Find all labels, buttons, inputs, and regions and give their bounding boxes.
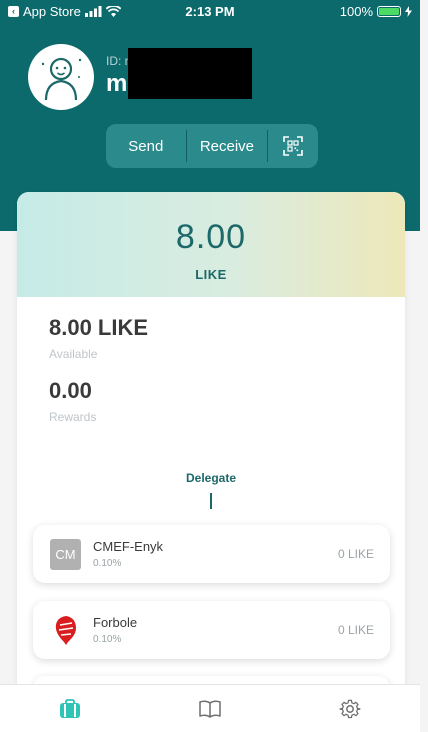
validator-name: CMEF-Enyk — [93, 539, 164, 554]
tab-wallet[interactable] — [0, 685, 140, 732]
battery-percent: 100% — [339, 4, 373, 19]
action-bar: Send Receive — [106, 124, 318, 168]
rewards-label: Rewards — [49, 410, 97, 424]
screen-edge — [420, 0, 428, 732]
wallet-screen: ‹ App Store 2:13 PM 100% ID: mi m Send R… — [0, 0, 420, 732]
tab-settings[interactable] — [280, 685, 420, 732]
send-button[interactable]: Send — [106, 124, 186, 168]
validator-commission: 0.10% — [93, 558, 122, 569]
available-stat: 8.00 LIKE Available — [49, 315, 148, 361]
rewards-stat: 0.00 Rewards — [49, 378, 96, 424]
rewards-value: 0.00 — [49, 378, 92, 403]
settings-gear-icon — [339, 699, 361, 718]
battery-status: 100% — [340, 4, 412, 19]
tab-delegate[interactable]: Delegate — [17, 471, 405, 485]
validator-logo — [50, 615, 81, 646]
balance-card: 8.00 LIKE 8.00 LIKE Available 0.00 Rewar… — [17, 192, 405, 732]
book-icon — [199, 700, 221, 718]
balance-unit: LIKE — [195, 267, 227, 282]
total-balance: 8.00 — [175, 218, 247, 256]
wallet-icon — [60, 698, 80, 718]
validator-name: Forbole — [93, 615, 138, 630]
receive-button[interactable]: Receive — [187, 124, 268, 168]
qr-scan-icon — [283, 136, 303, 156]
tab-indicator — [210, 493, 212, 509]
validator-logo: CM — [50, 539, 81, 570]
validator-commission: 0.10% — [93, 634, 122, 645]
avatar[interactable] — [28, 44, 94, 110]
validator-card[interactable]: Forbole 0.10% 0 LIKE — [33, 601, 390, 659]
tab-learn[interactable] — [140, 685, 280, 732]
available-label: Available — [49, 347, 98, 361]
battery-icon — [377, 6, 401, 17]
redaction-box — [128, 48, 252, 99]
balance-hero: 8.00 LIKE — [17, 192, 405, 297]
validator-delegated-amount: 0 LIKE — [337, 623, 374, 637]
charging-bolt-icon — [405, 6, 412, 17]
validator-delegated-amount: 0 LIKE — [337, 547, 374, 561]
validator-card[interactable]: CM CMEF-Enyk 0.10% 0 LIKE — [33, 525, 390, 583]
available-value: 8.00 LIKE — [49, 315, 149, 340]
status-bar: ‹ App Store 2:13 PM 100% — [0, 0, 420, 24]
scan-button[interactable] — [268, 124, 318, 168]
bottom-tab-bar — [0, 684, 420, 732]
avatar-character-icon — [41, 57, 82, 101]
user-name: m — [106, 70, 128, 97]
forbole-logo-icon — [55, 616, 76, 645]
